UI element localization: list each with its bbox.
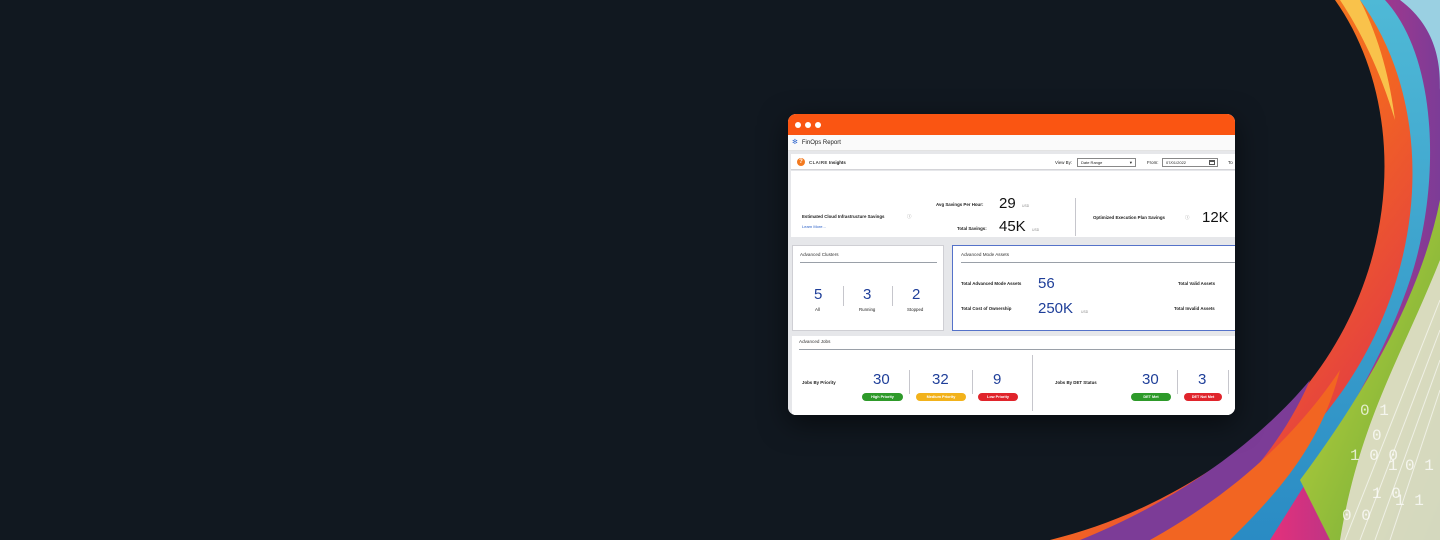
claire-brand: CLAIRE	[809, 160, 828, 165]
clusters-title: Advanced Clusters	[800, 252, 839, 257]
optimized-savings-value: 12K	[1202, 209, 1229, 226]
jobs-section-divider	[1032, 355, 1033, 411]
avg-savings-value: 29	[999, 195, 1016, 212]
from-date-input[interactable]: 07/01/2022	[1162, 158, 1218, 167]
total-savings-label: Total Savings:	[957, 226, 987, 231]
priority-divider	[972, 370, 973, 394]
high-priority-value[interactable]: 30	[873, 372, 890, 387]
to-label: To	[1228, 160, 1233, 165]
jobs-title-underline	[799, 349, 1235, 350]
priority-divider	[909, 370, 910, 394]
from-date-value: 07/01/2022	[1166, 160, 1187, 165]
clusters-all-value[interactable]: 5	[814, 287, 822, 302]
clusters-all-label: All	[815, 307, 820, 312]
jobs-title: Advanced Jobs	[799, 339, 831, 344]
high-priority-badge: High Priority	[862, 393, 903, 401]
report-content: ? CLAIRE Insights View By: Date Range ▾ …	[788, 151, 1235, 415]
gear-icon[interactable]: ✻	[792, 139, 798, 146]
finops-report-window: ✻ FinOps Report ? CLAIRE Insights View B…	[788, 114, 1235, 415]
clusters-divider	[843, 286, 844, 306]
from-label: From:	[1147, 160, 1159, 165]
clusters-running-value[interactable]: 3	[863, 287, 871, 302]
clusters-title-underline	[800, 262, 937, 263]
avg-savings-unit: USD	[1022, 204, 1030, 208]
binary-digits: 0 1	[1405, 457, 1434, 475]
binary-digits: 1 1	[1395, 492, 1424, 510]
valid-assets-label: Total Valid Assets	[1178, 281, 1216, 286]
optimized-savings-label: Optimized Execution Plan Savings	[1093, 215, 1165, 220]
view-by-label: View By:	[1055, 160, 1073, 165]
advanced-mode-assets-card: Advanced Mode Assets Total Advanced Mode…	[952, 245, 1235, 331]
savings-card: Estimated Cloud Infrastructure Savings ⓘ…	[791, 171, 1235, 237]
advanced-clusters-card: Advanced Clusters 5 All 3 Running 2 Stop…	[792, 245, 944, 331]
medium-priority-value[interactable]: 32	[932, 372, 949, 387]
cost-of-ownership-value[interactable]: 250K	[1038, 301, 1073, 316]
medium-priority-badge: Medium Priority	[916, 393, 966, 401]
invalid-assets-label: Total Invalid Assets	[1174, 306, 1215, 311]
clusters-stopped-label: Stopped	[907, 307, 924, 312]
view-by-select[interactable]: Date Range ▾	[1077, 158, 1136, 167]
insights-label: Insights	[829, 160, 846, 165]
det-met-badge: DET Met	[1131, 393, 1171, 401]
view-by-value: Date Range	[1081, 160, 1103, 165]
calendar-icon[interactable]	[1209, 160, 1215, 165]
det-not-met-badge: DET Not Met	[1184, 393, 1222, 401]
det-met-value[interactable]: 30	[1142, 372, 1159, 387]
window-minimize-dot[interactable]	[805, 121, 811, 128]
assets-title: Advanced Mode Assets	[961, 252, 1010, 257]
det-divider	[1228, 370, 1229, 394]
learn-more-link[interactable]: Learn More...	[802, 224, 826, 229]
clusters-divider	[892, 286, 893, 306]
cost-unit: USD	[1081, 310, 1089, 314]
clusters-stopped-value[interactable]: 2	[912, 287, 920, 302]
jobs-by-det-label: Jobs By DET Status	[1055, 380, 1097, 385]
det-not-met-value[interactable]: 3	[1198, 372, 1206, 387]
avg-savings-label: Avg Savings Per Hour:	[936, 202, 984, 207]
low-priority-badge: Low Priority	[978, 393, 1018, 401]
savings-title: Estimated Cloud Infrastructure Savings	[802, 214, 885, 219]
assets-title-underline	[961, 262, 1235, 263]
info-icon[interactable]: ⓘ	[1185, 215, 1189, 221]
report-header: ✻ FinOps Report	[788, 135, 1235, 151]
window-close-dot[interactable]	[795, 121, 801, 128]
binary-digits: 0 1	[1360, 402, 1389, 420]
insights-bar: ? CLAIRE Insights View By: Date Range ▾ …	[791, 154, 1235, 170]
det-divider	[1177, 370, 1178, 394]
savings-divider	[1075, 198, 1076, 236]
window-titlebar	[788, 114, 1235, 135]
cost-of-ownership-label: Total Cost of Ownership	[961, 306, 1012, 311]
low-priority-value[interactable]: 9	[993, 372, 1001, 387]
chevron-down-icon: ▾	[1129, 160, 1132, 165]
total-assets-label: Total Advanced Mode Assets	[961, 281, 1022, 286]
info-icon[interactable]: ⓘ	[907, 214, 911, 220]
total-savings-value: 45K	[999, 218, 1026, 235]
binary-digits: 0	[1372, 427, 1382, 445]
report-title: FinOps Report	[801, 139, 841, 146]
total-savings-unit: USD	[1032, 228, 1040, 232]
total-assets-value[interactable]: 56	[1038, 276, 1055, 291]
clusters-running-label: Running	[859, 307, 876, 312]
claire-logo-icon: ?	[797, 158, 805, 166]
binary-digits: 0 0	[1342, 507, 1371, 525]
jobs-by-priority-label: Jobs By Priority	[802, 380, 836, 385]
binary-digits: 1 0 0	[1350, 447, 1398, 465]
advanced-jobs-card: Advanced Jobs Jobs By Priority 30 High P…	[792, 336, 1235, 415]
window-maximize-dot[interactable]	[815, 121, 821, 128]
